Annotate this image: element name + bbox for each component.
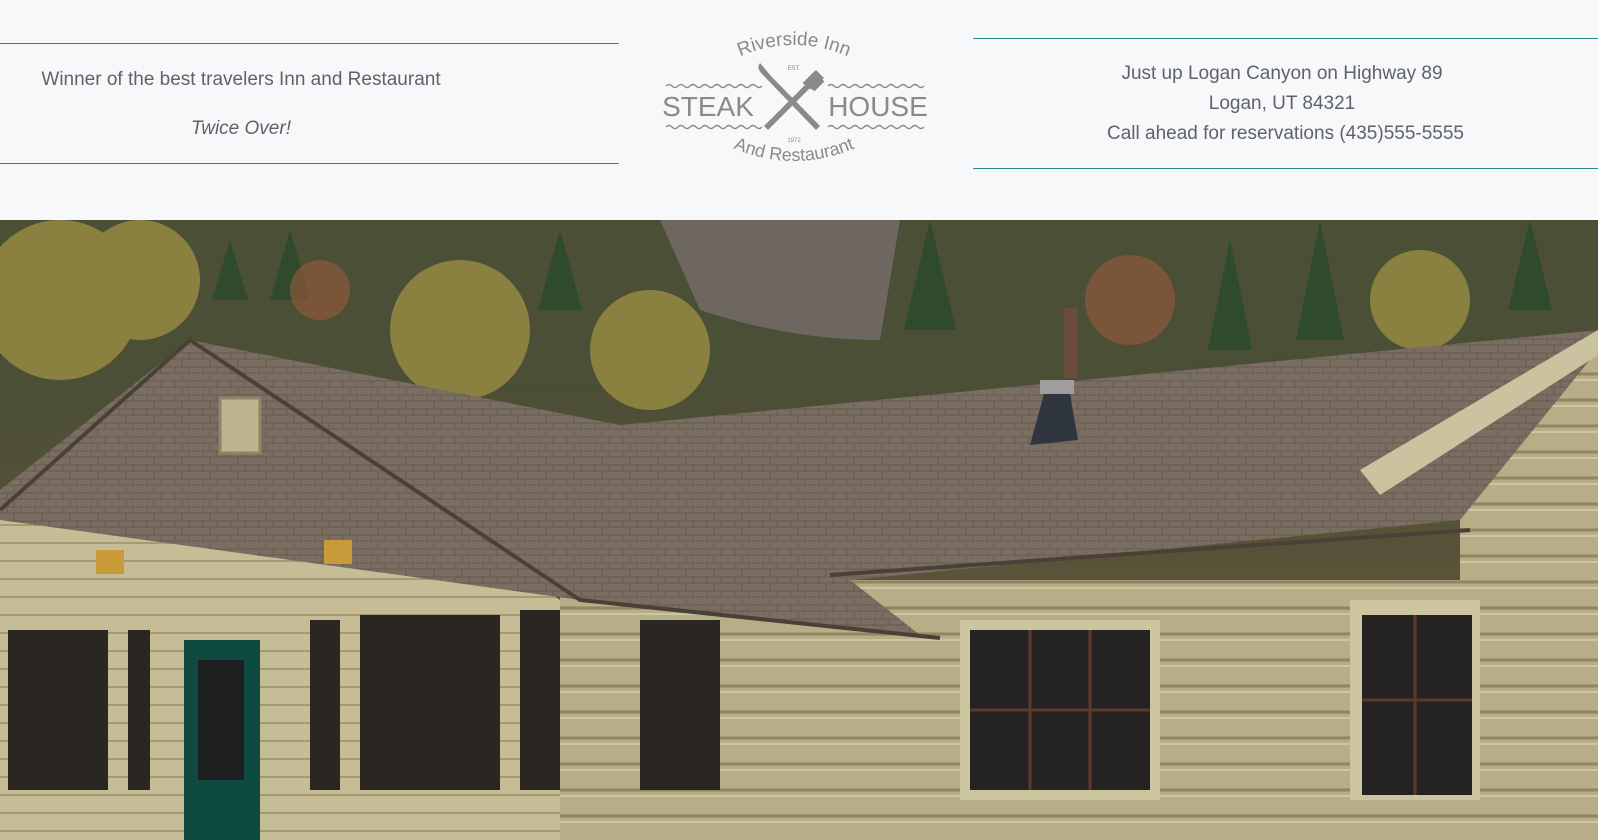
logo-left-wave-top — [665, 83, 763, 89]
logo-left-word: STEAK — [662, 91, 754, 122]
contact-block: Just up Logan Canyon on Highway 89 Logan… — [973, 38, 1598, 168]
contact-directions: Just up Logan Canyon on Highway 89 — [1121, 63, 1443, 84]
logo-top-arc: Riverside Inn — [734, 30, 853, 61]
right-bottom-rule — [973, 168, 1598, 169]
logo-est-label: EST. — [788, 66, 801, 72]
award-text: Winner of the best travelers Inn and Res… — [41, 69, 441, 90]
award-subtext: Twice Over! — [191, 118, 291, 139]
restaurant-logo[interactable]: Riverside Inn EST. STEAK HOUSE 1972 And … — [658, 30, 930, 180]
site-header: Winner of the best travelers Inn and Res… — [0, 0, 1598, 220]
hero-illustration — [0, 220, 1598, 840]
left-bottom-rule — [0, 163, 619, 164]
contact-city: Logan, UT 84321 — [1208, 93, 1356, 114]
logo-right-wave-top — [827, 83, 925, 89]
award-block: Winner of the best travelers Inn and Res… — [0, 43, 619, 163]
logo-left-wave-bottom — [665, 124, 763, 130]
hero-image — [0, 220, 1598, 840]
logo-year: 1972 — [787, 138, 801, 144]
contact-phone[interactable]: Call ahead for reservations (435)555-555… — [1107, 123, 1464, 145]
logo-right-word: HOUSE — [828, 91, 928, 122]
logo-right-wave-bottom — [827, 124, 925, 130]
crossed-knife-fork-icon — [758, 63, 825, 130]
